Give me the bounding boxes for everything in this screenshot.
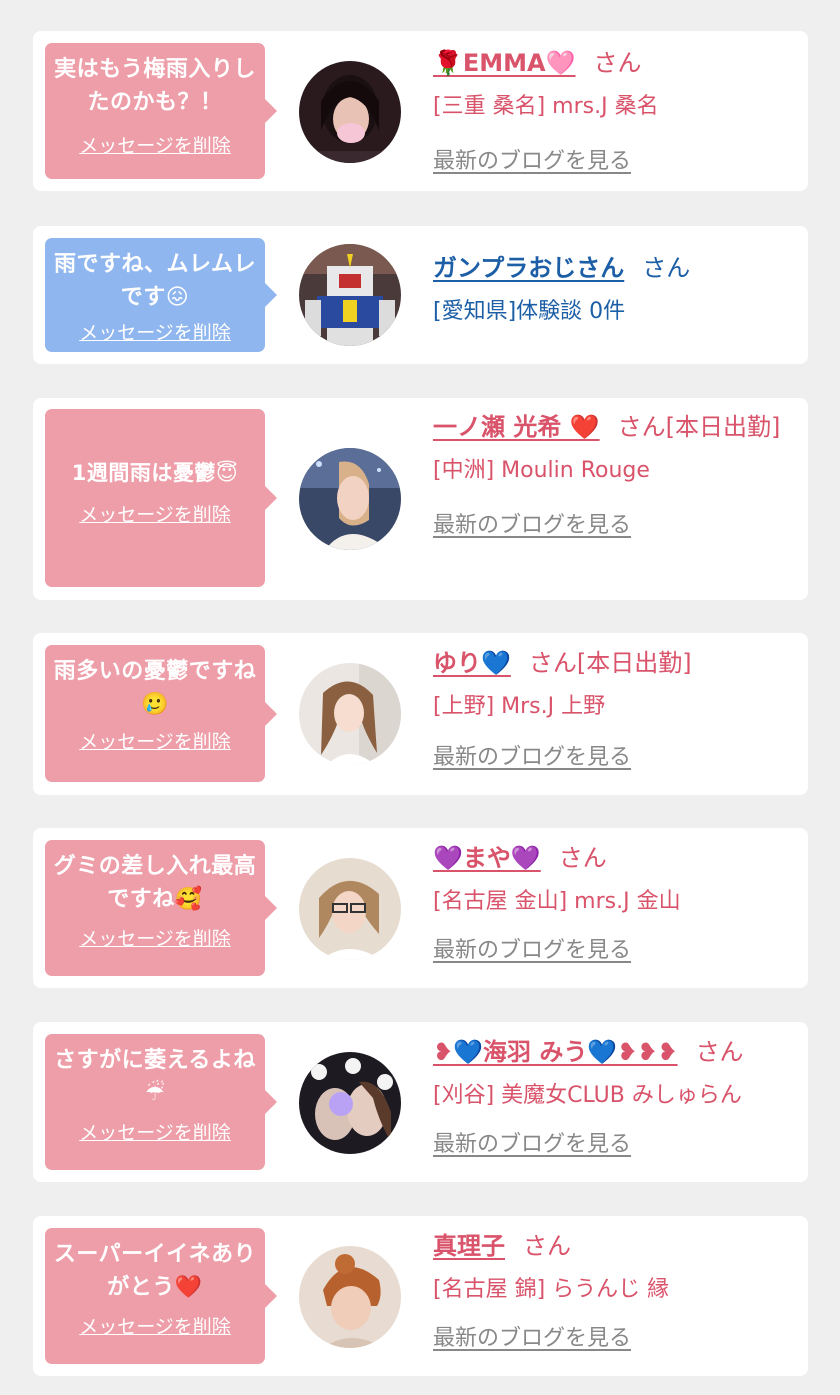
message-bubble: スーパーイイネありがとう❤️ メッセージを削除 [45, 1228, 277, 1364]
message-text: 1週間雨は憂鬱😇 [71, 461, 239, 485]
shop-info: [愛知県]体験談 0件 [433, 299, 626, 324]
avatar[interactable] [299, 1052, 401, 1154]
sender-name-link[interactable]: 真理子 [433, 1232, 505, 1260]
message-list: 実はもう梅雨入りしたのかも？！ メッセージを削除 🌹EMMA🩷 さん [三重 桑名… [0, 0, 840, 1395]
delete-message-link[interactable]: メッセージを削除 [79, 727, 231, 754]
message-text: 雨ですね、ムレムレです😖 [53, 252, 257, 310]
honorific: さん[本日出勤] [528, 649, 692, 677]
delete-message-link[interactable]: メッセージを削除 [79, 924, 231, 951]
message-text: スーパーイイネありがとう❤️ [53, 1242, 257, 1300]
avatar[interactable] [299, 858, 401, 960]
shop-info: [名古屋 錦] らうんじ 縁 [433, 1277, 670, 1302]
woman-photo-icon [299, 1052, 401, 1154]
message-bubble: グミの差し入れ最高ですね🥰 メッセージを削除 [45, 840, 277, 976]
message-bubble: 雨ですね、ムレムレです😖 メッセージを削除 [45, 238, 277, 352]
message-card: 雨ですね、ムレムレです😖 メッセージを削除 ガンプラおじさん さん [愛知県]体… [33, 226, 808, 364]
robot-model-icon [299, 244, 401, 346]
sender-info: 💜まや💜 さん [名古屋 金山] mrs.J 金山 最新のブログを見る [433, 836, 798, 964]
sender-name-link[interactable]: 💜まや💜 [433, 844, 541, 872]
message-text: 実はもう梅雨入りしたのかも？！ [54, 57, 256, 115]
latest-blog-link[interactable]: 最新のブログを見る [433, 739, 631, 771]
shop-info: [三重 桑名] mrs.J 桑名 [433, 94, 659, 119]
message-bubble: 雨多いの憂鬱ですね🥲 メッセージを削除 [45, 645, 277, 782]
avatar[interactable] [299, 663, 401, 765]
shop-info: [上野] Mrs.J 上野 [433, 694, 606, 719]
woman-photo-icon [299, 61, 401, 163]
sender-name-link[interactable]: ❥💙海羽 みう💙❥❥❥ [433, 1038, 678, 1066]
sender-name-link[interactable]: 🌹EMMA🩷 [433, 49, 576, 77]
delete-message-link[interactable]: メッセージを削除 [79, 318, 231, 345]
latest-blog-link[interactable]: 最新のブログを見る [433, 1320, 631, 1352]
sender-name-link[interactable]: ゆり💙 [433, 649, 511, 677]
delete-message-link[interactable]: メッセージを削除 [79, 500, 231, 527]
sender-name-link[interactable]: 一ノ瀬 光希 ❤️ [433, 413, 600, 441]
avatar[interactable] [299, 448, 401, 550]
latest-blog-link[interactable]: 最新のブログを見る [433, 1126, 631, 1158]
message-bubble: 実はもう梅雨入りしたのかも？！ メッセージを削除 [45, 43, 277, 179]
message-bubble: 1週間雨は憂鬱😇 メッセージを削除 [45, 409, 277, 587]
woman-photo-icon [299, 858, 401, 960]
sender-info: ガンプラおじさん さん [愛知県]体験談 0件 [433, 246, 798, 330]
woman-photo-icon [299, 448, 401, 550]
sender-name-link[interactable]: ガンプラおじさん [433, 254, 624, 282]
message-card: 実はもう梅雨入りしたのかも？！ メッセージを削除 🌹EMMA🩷 さん [三重 桑名… [33, 31, 808, 191]
message-card: 1週間雨は憂鬱😇 メッセージを削除 一ノ瀬 光希 ❤️ さん[本日出勤] [中洲]… [33, 398, 808, 600]
honorific: さん[本日出勤] [617, 413, 781, 441]
sender-info: 一ノ瀬 光希 ❤️ さん[本日出勤] [中洲] Moulin Rouge 最新のブ… [433, 405, 798, 539]
woman-photo-icon [299, 1246, 401, 1348]
message-card: 雨多いの憂鬱ですね🥲 メッセージを削除 ゆり💙 さん[本日出勤] [上野] Mrs… [33, 633, 808, 795]
message-text: 雨多いの憂鬱ですね🥲 [53, 659, 257, 717]
message-bubble: さすがに萎えるよね☔ メッセージを削除 [45, 1034, 277, 1170]
sender-info: 🌹EMMA🩷 さん [三重 桑名] mrs.J 桑名 最新のブログを見る [433, 41, 798, 175]
sender-info: ❥💙海羽 みう💙❥❥❥ さん [刈谷] 美魔女CLUB みしゅらん 最新のブログを… [433, 1030, 798, 1158]
latest-blog-link[interactable]: 最新のブログを見る [433, 143, 631, 175]
honorific: さん [558, 844, 607, 872]
latest-blog-link[interactable]: 最新のブログを見る [433, 507, 631, 539]
avatar[interactable] [299, 1246, 401, 1348]
woman-photo-icon [299, 663, 401, 765]
message-card: スーパーイイネありがとう❤️ メッセージを削除 真理子 さん [名古屋 錦] らう… [33, 1216, 808, 1376]
shop-info: [名古屋 金山] mrs.J 金山 [433, 889, 681, 914]
message-card: グミの差し入れ最高ですね🥰 メッセージを削除 💜まや💜 さん [名古屋 金山] m… [33, 828, 808, 988]
avatar[interactable] [299, 244, 401, 346]
honorific: さん [695, 1038, 744, 1066]
sender-info: 真理子 さん [名古屋 錦] らうんじ 縁 最新のブログを見る [433, 1224, 798, 1352]
honorific: さん [523, 1232, 571, 1260]
delete-message-link[interactable]: メッセージを削除 [79, 1118, 231, 1145]
delete-message-link[interactable]: メッセージを削除 [79, 131, 231, 158]
sender-info: ゆり💙 さん[本日出勤] [上野] Mrs.J 上野 最新のブログを見る [433, 641, 798, 771]
honorific: さん [642, 254, 691, 282]
delete-message-link[interactable]: メッセージを削除 [79, 1312, 231, 1339]
honorific: さん [593, 49, 642, 77]
message-card: さすがに萎えるよね☔ メッセージを削除 ❥💙海羽 みう💙❥❥❥ さん [刈谷] 美… [33, 1022, 808, 1182]
latest-blog-link[interactable]: 最新のブログを見る [433, 932, 631, 964]
message-text: さすがに萎えるよね☔ [54, 1048, 256, 1106]
shop-info: [刈谷] 美魔女CLUB みしゅらん [433, 1083, 742, 1108]
shop-info: [中洲] Moulin Rouge [433, 458, 650, 483]
avatar[interactable] [299, 61, 401, 163]
message-text: グミの差し入れ最高ですね🥰 [53, 854, 257, 912]
